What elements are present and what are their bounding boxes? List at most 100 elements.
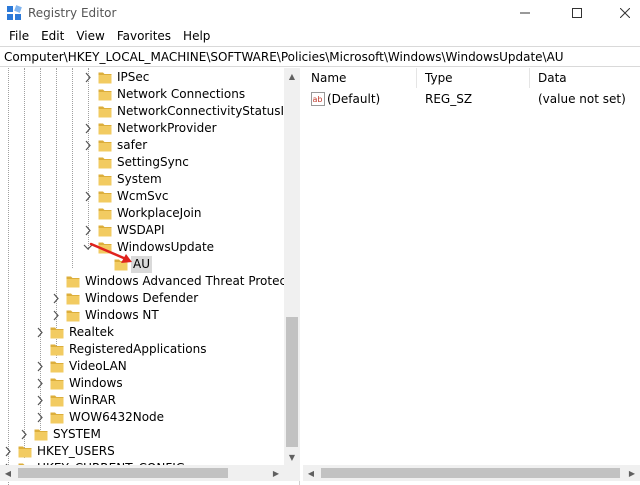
menu-help[interactable]: Help <box>178 29 215 43</box>
tree-item[interactable]: IPSec <box>0 69 299 86</box>
tree-item-label: Windows NT <box>85 308 159 322</box>
chevron-right-icon[interactable] <box>51 290 61 307</box>
tree-item-label: System <box>117 172 162 186</box>
menu-edit[interactable]: Edit <box>36 29 69 43</box>
tree-item[interactable]: NetworkProvider <box>0 120 299 137</box>
scroll-left-icon[interactable]: ◀ <box>303 465 319 481</box>
tree-item-label: RegisteredApplications <box>69 342 207 356</box>
chevron-right-icon[interactable] <box>51 307 61 324</box>
menu-favorites[interactable]: Favorites <box>112 29 176 43</box>
value-type: REG_SZ <box>425 92 473 106</box>
folder-icon <box>98 140 112 152</box>
registry-editor-icon <box>7 5 22 20</box>
value-name: (Default) <box>327 92 381 106</box>
scroll-left-icon[interactable]: ◀ <box>0 465 16 481</box>
svg-text:ab: ab <box>313 95 323 104</box>
chevron-right-icon[interactable] <box>35 358 45 375</box>
tree-item[interactable]: Realtek <box>0 324 299 341</box>
tree-item[interactable]: Windows Defender <box>0 290 299 307</box>
tree-item-label: Windows Advanced Threat Protec <box>85 274 287 288</box>
tree-item-label: Windows <box>69 376 123 390</box>
tree-item[interactable]: SYSTEM <box>0 426 299 443</box>
folder-icon <box>50 378 64 390</box>
tree-item[interactable]: RegisteredApplications <box>0 341 299 358</box>
column-data[interactable]: Data <box>530 68 640 88</box>
tree-item[interactable]: safer <box>0 137 299 154</box>
scrollbar-thumb[interactable] <box>18 468 228 478</box>
folder-icon <box>50 361 64 373</box>
tree-item-label: Network Connections <box>117 87 246 101</box>
title-bar: Registry Editor <box>0 0 640 26</box>
tree-vertical-scrollbar[interactable]: ▲ ▼ <box>284 68 300 465</box>
folder-icon <box>66 276 80 288</box>
folder-icon <box>34 429 48 441</box>
string-value-icon: ab <box>311 92 325 106</box>
folder-icon <box>50 344 64 356</box>
maximize-button[interactable] <box>554 0 600 26</box>
scrollbar-thumb[interactable] <box>286 317 298 447</box>
close-button[interactable] <box>602 0 640 26</box>
tree-item-label: HKEY_USERS <box>37 444 115 458</box>
address-bar[interactable]: Computer\HKEY_LOCAL_MACHINE\SOFTWARE\Pol… <box>0 46 640 67</box>
tree-item[interactable]: System <box>0 171 299 188</box>
folder-icon <box>98 174 112 186</box>
key-tree: IPSec Network Connections NetworkConnectiv… <box>0 68 300 485</box>
tree-item-label: Windows Defender <box>85 291 199 305</box>
tree-item[interactable]: Windows <box>0 375 299 392</box>
column-name[interactable]: Name <box>303 68 417 88</box>
folder-icon <box>98 106 112 118</box>
chevron-right-icon[interactable] <box>35 409 45 426</box>
maximize-icon <box>572 8 582 18</box>
tree-item[interactable]: VideoLAN <box>0 358 299 375</box>
minimize-icon <box>520 12 530 14</box>
tree-item-label: WorkplaceJoin <box>117 206 202 220</box>
menu-view[interactable]: View <box>71 29 109 43</box>
folder-icon <box>66 293 80 305</box>
tree-item[interactable]: SettingSync <box>0 154 299 171</box>
tree-item-label: Realtek <box>69 325 114 339</box>
tree-item[interactable]: WinRAR <box>0 392 299 409</box>
folder-icon <box>98 89 112 101</box>
scroll-right-icon[interactable]: ▶ <box>268 465 284 481</box>
tree-item[interactable]: Windows Advanced Threat Protec <box>0 273 299 290</box>
chevron-right-icon[interactable] <box>83 188 93 205</box>
chevron-right-icon[interactable] <box>35 375 45 392</box>
chevron-right-icon[interactable] <box>19 426 29 443</box>
tree-item[interactable]: WSDAPI <box>0 222 299 239</box>
tree-item[interactable]: WOW6432Node <box>0 409 299 426</box>
chevron-right-icon[interactable] <box>83 222 93 239</box>
folder-icon <box>98 208 112 220</box>
scroll-down-icon[interactable]: ▼ <box>284 449 300 465</box>
chevron-right-icon[interactable] <box>35 392 45 409</box>
tree-item[interactable]: NetworkConnectivityStatusIndi <box>0 103 299 120</box>
tree-item[interactable]: Windows NT <box>0 307 299 324</box>
folder-icon <box>98 225 112 237</box>
tree-horizontal-scrollbar[interactable]: ◀ ▶ <box>0 465 300 481</box>
minimize-button[interactable] <box>502 0 548 26</box>
column-type[interactable]: Type <box>417 68 530 88</box>
chevron-right-icon[interactable] <box>83 69 93 86</box>
scroll-up-icon[interactable]: ▲ <box>284 68 300 84</box>
scroll-right-icon[interactable]: ▶ <box>624 465 640 481</box>
tree-item[interactable]: WcmSvc <box>0 188 299 205</box>
scrollbar-thumb[interactable] <box>321 468 620 478</box>
value-data: (value not set) <box>538 92 626 106</box>
chevron-right-icon[interactable] <box>3 443 13 460</box>
tree-item-label: IPSec <box>117 70 150 84</box>
folder-icon <box>18 446 32 458</box>
tree-item[interactable]: HKEY_USERS <box>0 443 299 460</box>
tree-item[interactable]: Network Connections <box>0 86 299 103</box>
tree-item-label: safer <box>117 138 148 152</box>
annotation-arrow-icon <box>89 242 132 263</box>
tree-item[interactable]: AU <box>0 256 299 273</box>
tree-item[interactable]: WindowsUpdate <box>0 239 299 256</box>
value-row[interactable]: ab (Default) REG_SZ (value not set) <box>303 90 640 108</box>
chevron-right-icon[interactable] <box>35 324 45 341</box>
tree-item-label: WcmSvc <box>117 189 169 203</box>
menu-file[interactable]: File <box>4 29 34 43</box>
folder-icon <box>98 191 112 203</box>
tree-item[interactable]: WorkplaceJoin <box>0 205 299 222</box>
chevron-right-icon[interactable] <box>83 120 93 137</box>
chevron-right-icon[interactable] <box>83 137 93 154</box>
values-horizontal-scrollbar[interactable]: ◀ ▶ <box>303 465 640 481</box>
